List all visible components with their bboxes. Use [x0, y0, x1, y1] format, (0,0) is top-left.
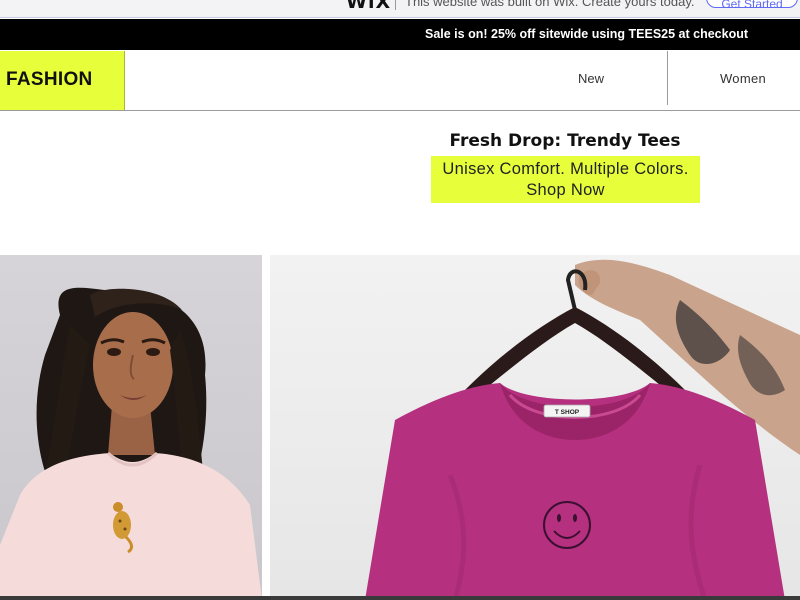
nav-item-women[interactable]: Women	[668, 51, 800, 107]
bottom-edge	[0, 596, 800, 600]
wix-banner-text: This website was built on Wix. Create yo…	[405, 0, 695, 9]
label-tag-text: T SHOP	[555, 409, 580, 416]
tee-photo-illustration: T SHOP	[365, 259, 800, 600]
wix-banner: WiX This website was built on Wix. Creat…	[0, 0, 800, 18]
sale-announcement-bar: Sale is on! 25% off sitewide using TEES2…	[0, 19, 800, 50]
wix-logo[interactable]: WiX	[346, 0, 391, 13]
site-logo[interactable]: FASHION	[0, 51, 125, 110]
nav-item-new[interactable]: New	[515, 51, 667, 107]
woman-photo-illustration	[0, 287, 262, 600]
site-header: FASHION New Women	[0, 51, 800, 111]
sale-text: Sale is on! 25% off sitewide using TEES2…	[425, 27, 749, 41]
wix-divider	[395, 0, 396, 10]
logo-text: FASHION	[6, 69, 93, 90]
hero-title: Fresh Drop: Trendy Tees	[449, 131, 681, 151]
hero-subtitle[interactable]: Unisex Comfort. Multiple Colors. Shop No…	[431, 156, 700, 203]
woman-in-pink-tee-photo[interactable]	[0, 255, 262, 600]
magenta-tee-on-hanger-photo[interactable]: T SHOP	[270, 255, 800, 600]
get-started-button[interactable]: Get Started	[706, 0, 798, 8]
